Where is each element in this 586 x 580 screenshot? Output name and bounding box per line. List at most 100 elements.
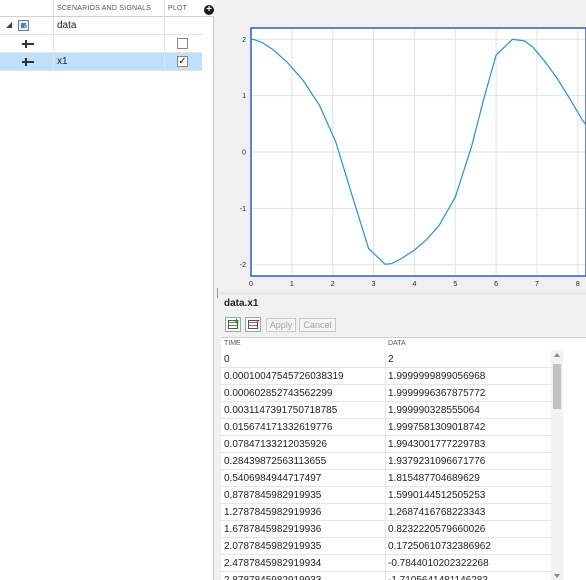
- y-tick-label: 0: [242, 150, 246, 157]
- cell-divider: [385, 368, 386, 385]
- time-cell[interactable]: 0.5406984944717497: [224, 473, 321, 484]
- cell-divider: [385, 538, 386, 555]
- row-divider: [53, 35, 54, 53]
- data-cell[interactable]: 0.8232220579660026: [388, 524, 485, 535]
- horizontal-splitter[interactable]: [220, 292, 586, 295]
- vertical-scrollbar[interactable]: [551, 350, 563, 580]
- data-cell[interactable]: 1.9943001777229783: [388, 439, 485, 450]
- cell-divider: [385, 419, 386, 436]
- tree-row-signal-x1[interactable]: x1 ✓: [0, 53, 202, 71]
- signal-label: x1: [57, 56, 68, 67]
- plot-checkbox[interactable]: [177, 38, 188, 49]
- x-tick-label: 0: [249, 281, 253, 288]
- y-tick-label: 2: [242, 37, 246, 44]
- table-row[interactable]: 1.6787845982919936 0.8232220579660026: [221, 521, 551, 538]
- tree-row-signal[interactable]: [0, 35, 202, 53]
- cancel-button[interactable]: Cancel: [299, 318, 336, 332]
- data-cell[interactable]: 2: [388, 354, 394, 365]
- data-cell[interactable]: 1.9379231096671776: [388, 456, 485, 467]
- data-cell[interactable]: 0.17250610732386962: [388, 541, 491, 552]
- cell-divider: [385, 453, 386, 470]
- time-cell[interactable]: 0.28439872563113655: [224, 456, 326, 467]
- y-tick-label: -1: [240, 206, 246, 213]
- row-divider: [53, 53, 54, 71]
- column-header-time: TIME: [224, 340, 241, 347]
- line-chart[interactable]: 0 1 2 3 4 5 6 7 8 2 1 0 -1 -2: [220, 0, 586, 292]
- cell-divider: [385, 487, 386, 504]
- table-row[interactable]: 0.8787845982919935 1.5990144512505253: [221, 487, 551, 504]
- cell-divider: [385, 572, 386, 580]
- time-cell[interactable]: 1.2787845982919936: [224, 507, 321, 518]
- time-cell[interactable]: 0: [224, 354, 230, 365]
- table-row[interactable]: 0.00010047545726038319 1.9999999899056968: [221, 368, 551, 385]
- cell-divider: [385, 521, 386, 538]
- table-row[interactable]: 0.0031147391750718785 1.999990328555064: [221, 402, 551, 419]
- row-divider: [53, 17, 54, 35]
- cell-divider: [385, 470, 386, 487]
- table-row[interactable]: 2.4787845982919934 -0.7844010202322268: [221, 555, 551, 572]
- x-tick-label: 4: [412, 281, 416, 288]
- data-cell[interactable]: 1.9999999899056968: [388, 371, 485, 382]
- table-row[interactable]: 0.28439872563113655 1.9379231096671776: [221, 453, 551, 470]
- cell-divider: [385, 555, 386, 572]
- time-cell[interactable]: 2.0787845982919935: [224, 541, 321, 552]
- dataset-icon: [18, 20, 29, 31]
- data-cell[interactable]: 1.9997581309018742: [388, 422, 485, 433]
- time-cell[interactable]: 0.015674171332619776: [224, 422, 332, 433]
- cell-divider: [385, 402, 386, 419]
- table-row[interactable]: 0.015674171332619776 1.9997581309018742: [221, 419, 551, 436]
- data-cell[interactable]: -1.7105641481146283: [388, 575, 488, 580]
- plot-area[interactable]: 0 1 2 3 4 5 6 7 8 2 1 0 -1 -2: [220, 0, 586, 292]
- data-cell[interactable]: 1.999990328555064: [388, 405, 480, 416]
- table-row[interactable]: 0.07847133212035926 1.9943001777229783: [221, 436, 551, 453]
- y-tick-label: 1: [242, 93, 246, 100]
- column-header-signals: SCENARIOS AND SIGNALS: [57, 5, 152, 12]
- header-divider: [164, 0, 165, 17]
- table-row[interactable]: 1.2787845982919936 1.2687416768223343: [221, 504, 551, 521]
- time-cell[interactable]: 0.000602852743562299: [224, 388, 332, 399]
- data-cell[interactable]: -0.7844010202322268: [388, 558, 489, 569]
- delete-row-icon[interactable]: –: [245, 316, 261, 332]
- scroll-down-icon[interactable]: [554, 574, 560, 578]
- time-cell[interactable]: 0.00010047545726038319: [224, 371, 344, 382]
- table-row[interactable]: 02: [221, 351, 551, 368]
- cell-divider: [385, 504, 386, 521]
- data-cell[interactable]: 1.815487704689629: [388, 473, 480, 484]
- splitter-grip[interactable]: [217, 288, 218, 298]
- data-cell[interactable]: 1.9999996367875772: [388, 388, 485, 399]
- scrollbar-thumb[interactable]: [553, 364, 561, 409]
- x-tick-label: 8: [576, 281, 580, 288]
- cell-divider: [385, 351, 386, 368]
- plus-circle-icon[interactable]: +: [204, 5, 214, 15]
- data-cell[interactable]: 1.2687416768223343: [388, 507, 485, 518]
- x-tick-label: 7: [535, 281, 539, 288]
- signal-editor-window: SCENARIOS AND SIGNALS PLOT + ◢ data x1 ✓: [0, 0, 586, 580]
- time-cell[interactable]: 0.07847133212035926: [224, 439, 327, 450]
- time-cell[interactable]: 1.6787845982919936: [224, 524, 321, 535]
- column-header-data: DATA: [388, 340, 406, 347]
- apply-button[interactable]: Apply: [266, 318, 296, 332]
- signal-title: data.x1: [224, 298, 259, 309]
- row-divider: [164, 17, 165, 35]
- insert-row-icon[interactable]: +: [225, 317, 241, 332]
- table-row[interactable]: 2.8787845982919933 -1.7105641481146283: [221, 572, 551, 580]
- data-cell[interactable]: 1.5990144512505253: [388, 490, 485, 501]
- table-toolbar: + – Apply Cancel: [222, 315, 586, 337]
- signals-tree-panel: SCENARIOS AND SIGNALS PLOT + ◢ data x1 ✓: [0, 0, 214, 580]
- time-cell[interactable]: 0.8787845982919935: [224, 490, 321, 501]
- cell-divider: [385, 436, 386, 453]
- tree-row-dataset[interactable]: ◢ data: [0, 17, 202, 35]
- plot-checkbox-checked[interactable]: ✓: [177, 56, 188, 67]
- scroll-up-icon[interactable]: [554, 353, 560, 357]
- time-cell[interactable]: 2.8787845982919933: [224, 575, 321, 580]
- expand-triangle-icon[interactable]: ◢: [6, 20, 12, 29]
- cell-divider: [385, 385, 386, 402]
- x-tick-label: 2: [331, 281, 335, 288]
- header-divider: [53, 0, 54, 17]
- signal-icon: [22, 58, 34, 66]
- time-cell[interactable]: 2.4787845982919934: [224, 558, 321, 569]
- time-cell[interactable]: 0.0031147391750718785: [224, 405, 337, 416]
- table-row[interactable]: 2.0787845982919935 0.17250610732386962: [221, 538, 551, 555]
- table-row[interactable]: 0.000602852743562299 1.9999996367875772: [221, 385, 551, 402]
- table-row[interactable]: 0.5406984944717497 1.815487704689629: [221, 470, 551, 487]
